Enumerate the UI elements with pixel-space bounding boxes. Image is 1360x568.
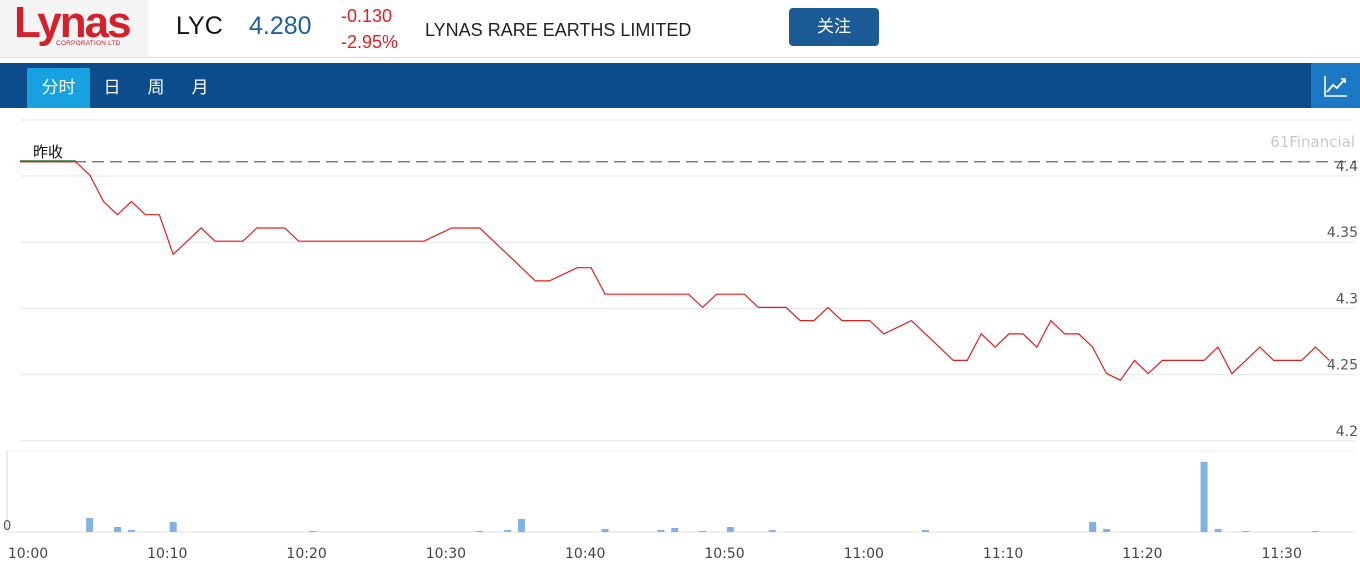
tab-weekly[interactable]: 周: [134, 68, 178, 108]
x-tick-label: 11:00: [844, 546, 884, 562]
x-tick-label: 10:40: [565, 546, 605, 562]
header-bar: Lynas CORPORATION LTD LYC 4.280 -0.130 -…: [0, 0, 1360, 58]
volume-bar: [169, 522, 177, 532]
volume-bar: [517, 519, 525, 532]
x-tick-label: 11:10: [983, 546, 1023, 562]
chart-toggle-button[interactable]: [1311, 63, 1360, 108]
volume-bar: [476, 531, 484, 532]
x-tick-label: 10:10: [147, 546, 187, 562]
chart-watermark: 61Financial: [1270, 133, 1355, 151]
price-series-line: [20, 161, 1330, 381]
volume-bar: [1200, 462, 1208, 532]
volume-bar: [309, 531, 317, 532]
volume-bar: [1089, 522, 1097, 532]
volume-bar: [114, 527, 122, 532]
volume-bar: [921, 530, 929, 532]
volume-bar: [768, 530, 776, 532]
tab-intraday[interactable]: 分时: [27, 68, 90, 108]
line-chart-icon: [1324, 76, 1347, 97]
prev-close-label: 昨收: [33, 143, 63, 161]
volume-bar: [127, 530, 135, 532]
volume-bar: [1103, 529, 1111, 532]
x-tick-label: 10:50: [704, 546, 744, 562]
intraday-chart: 61Financial 4.44.354.34.254.2 昨收 0 10:00…: [3, 119, 1358, 562]
volume-bar: [86, 518, 94, 532]
prev-close-line: 昨收: [20, 143, 1355, 163]
volume-bar: [1311, 531, 1319, 532]
price-grid: [20, 119, 1355, 442]
x-tick-label: 10:00: [8, 546, 48, 562]
chart-period-tabs: 分时 日 周 月: [0, 63, 1360, 108]
y-tick-label: 4.2: [1336, 424, 1358, 440]
x-tick-label: 11:20: [1122, 546, 1162, 562]
y-tick-label: 4.25: [1327, 358, 1358, 374]
volume-bar: [601, 529, 609, 532]
volume-zero-label: 0: [3, 519, 11, 534]
company-name: LYNAS RARE EARTHS LIMITED: [425, 20, 692, 40]
ticker-symbol: LYC: [176, 12, 223, 40]
y-tick-label: 4.35: [1327, 225, 1358, 241]
x-tick-label: 11:30: [1262, 546, 1302, 562]
volume-bars: 0: [3, 450, 1355, 534]
company-logo: Lynas CORPORATION LTD: [0, 0, 148, 57]
change-amount: -0.130: [341, 6, 393, 26]
y-tick-label: 4.3: [1336, 291, 1358, 307]
x-tick-label: 10:30: [426, 546, 466, 562]
volume-bar: [504, 530, 512, 532]
change-percent: -2.95%: [341, 32, 399, 52]
volume-bar: [1242, 531, 1250, 532]
tab-monthly[interactable]: 月: [178, 68, 222, 108]
volume-bar: [699, 531, 707, 532]
follow-button[interactable]: 关注: [789, 8, 879, 46]
x-tick-label: 10:20: [286, 546, 326, 562]
volume-bar: [1214, 529, 1222, 532]
x-axis-ticks: 10:00 10:10 10:20 10:30 10:40 10:50 11:00 11:10…: [8, 546, 1302, 562]
volume-bar: [671, 528, 679, 532]
logo-subtitle: CORPORATION LTD: [56, 40, 121, 47]
price-change: -0.130 -2.95%: [341, 3, 398, 55]
tab-daily[interactable]: 日: [90, 68, 134, 108]
volume-bar: [726, 527, 734, 532]
y-axis-ticks: 4.44.354.34.254.2: [1327, 159, 1358, 440]
volume-bar: [657, 530, 665, 532]
last-price: 4.280: [249, 12, 312, 40]
